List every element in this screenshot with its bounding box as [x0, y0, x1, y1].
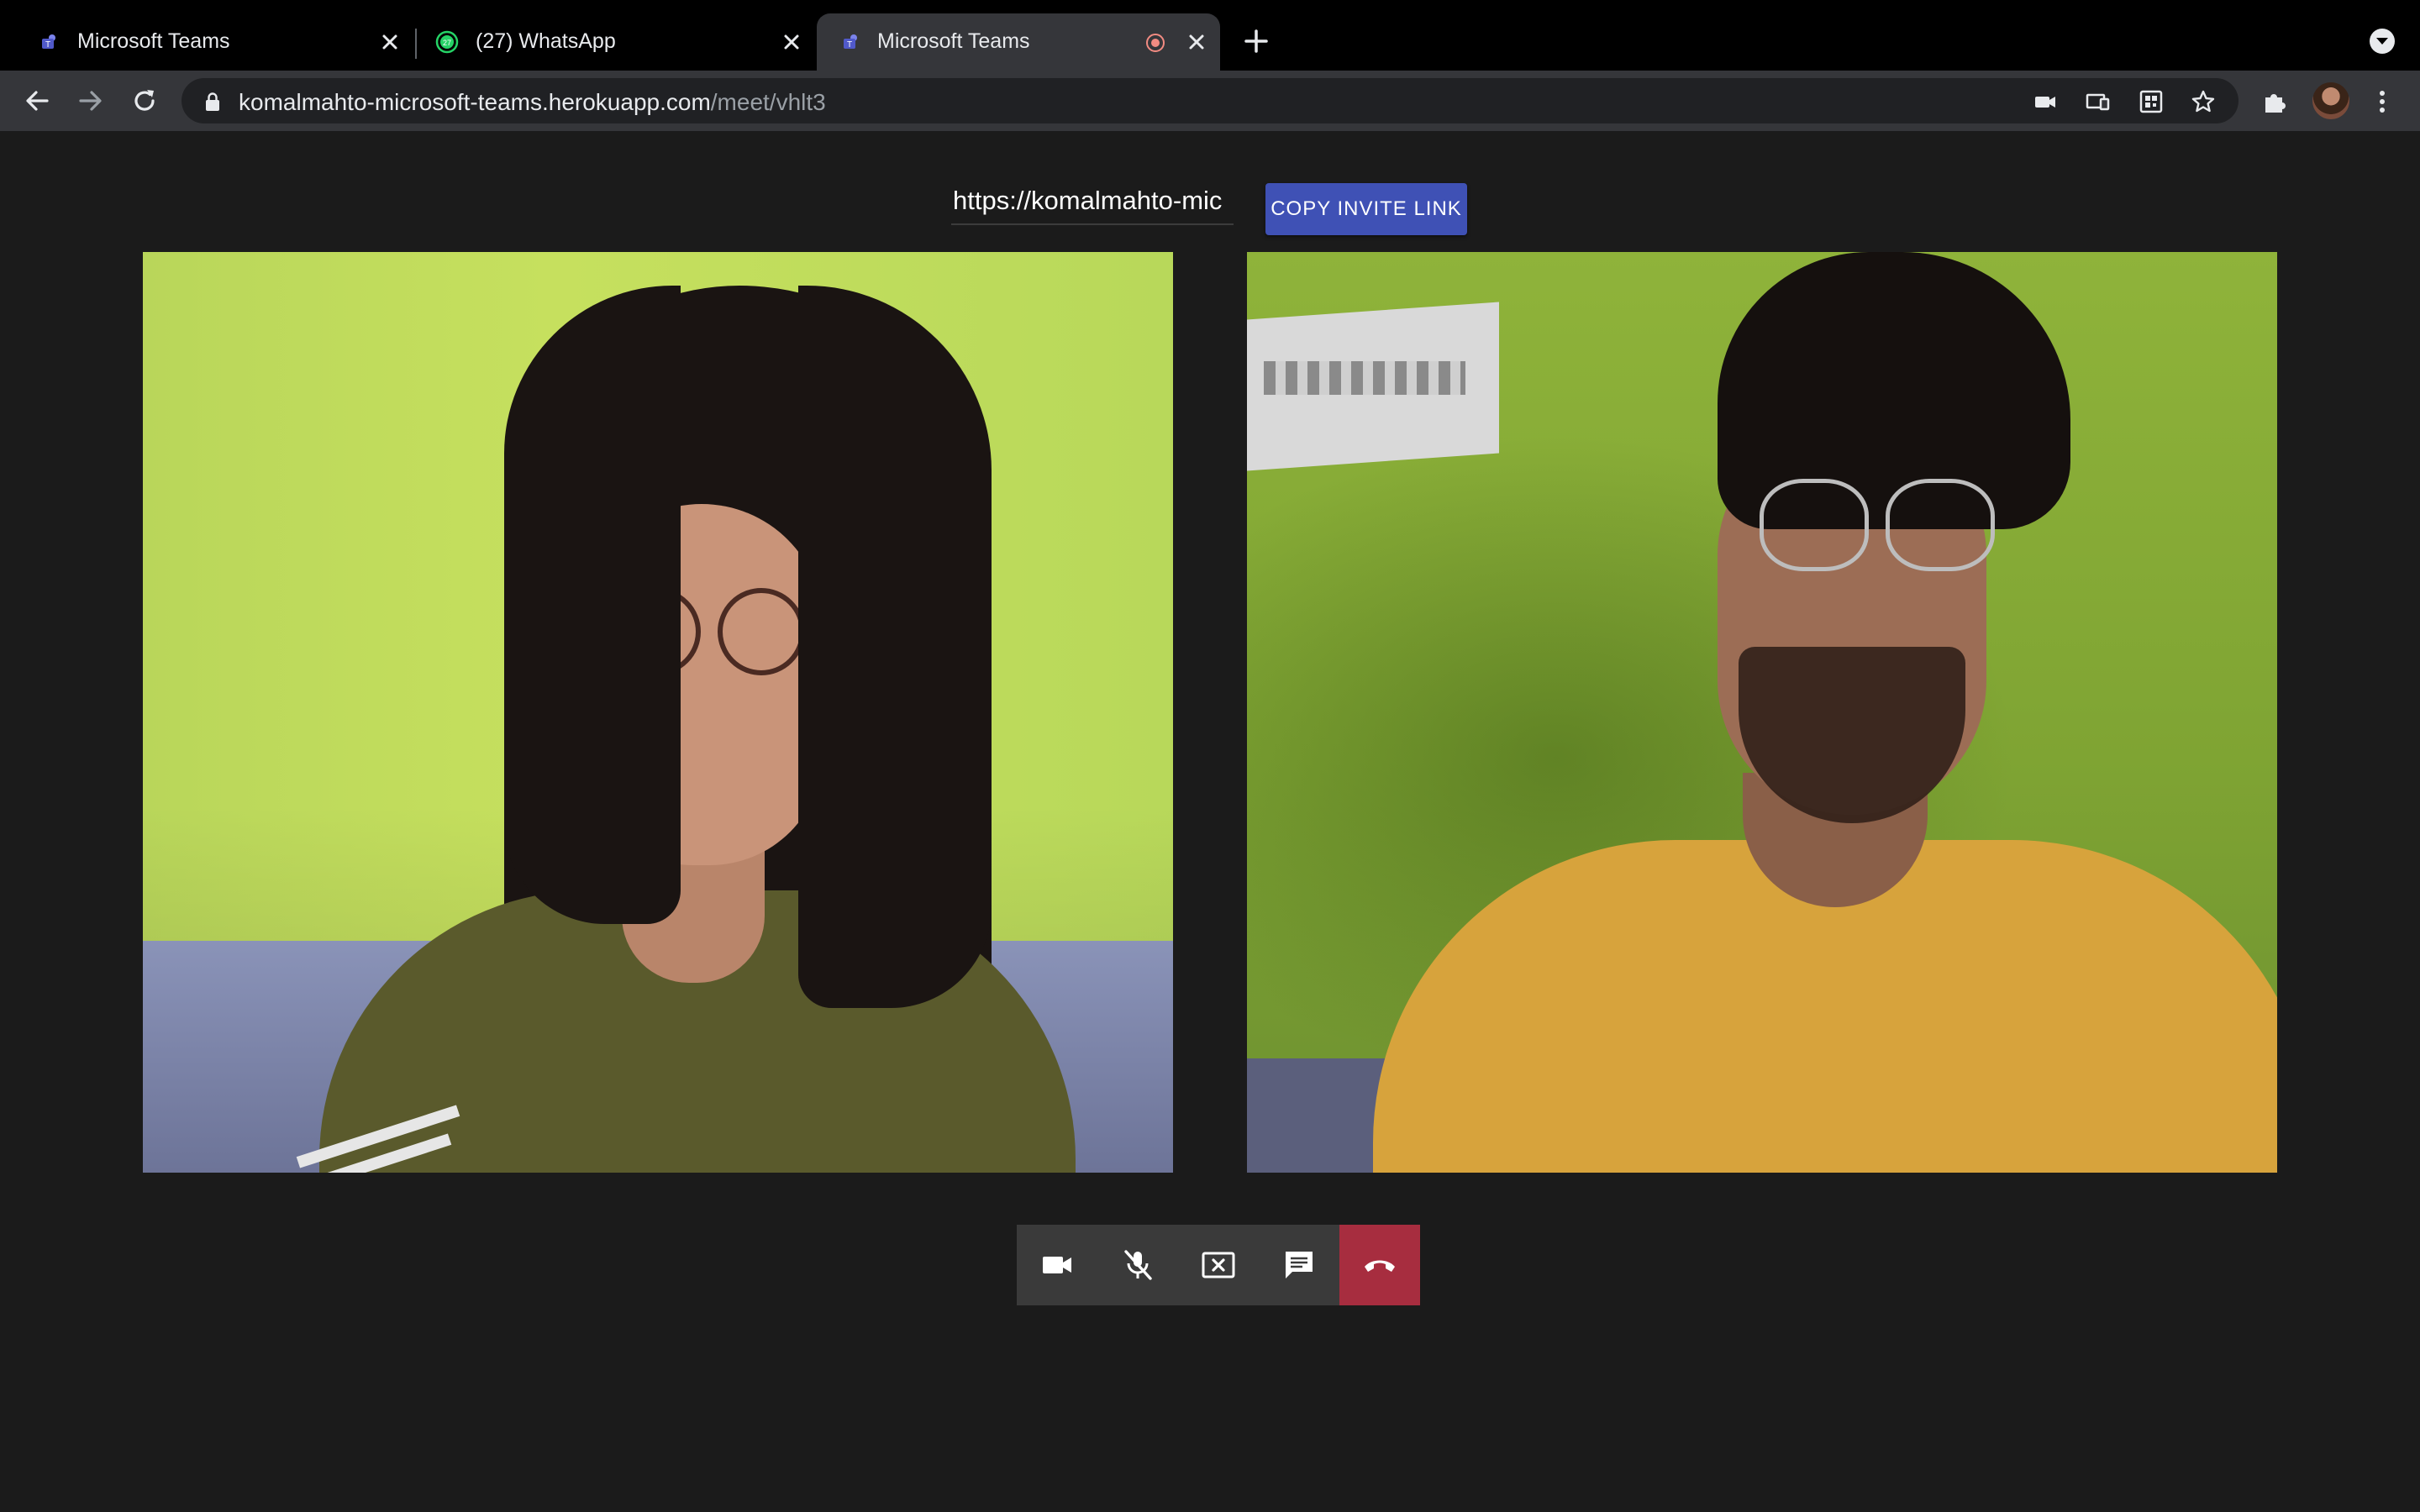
tab-title: Microsoft Teams — [877, 29, 1030, 53]
address-bar[interactable]: komalmahto-microsoft-teams.herokuapp.com… — [182, 78, 2238, 123]
more-menu-icon[interactable] — [2368, 87, 2396, 116]
camera-in-use-icon[interactable] — [2032, 88, 2059, 115]
tab-title: (27) WhatsApp — [476, 29, 616, 53]
stop-screen-share-icon — [1202, 1252, 1235, 1278]
participant-hair — [1718, 252, 2070, 529]
svg-text:T: T — [45, 40, 50, 50]
lock-icon[interactable] — [203, 92, 222, 112]
toggle-video-button[interactable] — [1017, 1225, 1097, 1305]
stop-screen-share-button[interactable] — [1178, 1225, 1259, 1305]
chat-icon — [1286, 1252, 1313, 1278]
reload-icon[interactable] — [129, 86, 160, 116]
mic-off-icon — [1124, 1250, 1152, 1280]
forward-arrow-icon[interactable] — [76, 86, 106, 116]
close-tab-icon[interactable] — [376, 29, 403, 55]
url-text: komalmahto-microsoft-teams.herokuapp.com… — [239, 89, 826, 116]
bookmark-star-icon[interactable] — [2190, 88, 2217, 115]
remote-video-feed — [1247, 252, 2277, 1173]
hang-up-button[interactable] — [1339, 1225, 1420, 1305]
cast-icon[interactable] — [2084, 88, 2111, 115]
tab-search-icon[interactable] — [2370, 29, 2395, 54]
recording-indicator-icon — [1146, 34, 1165, 52]
participant-glasses — [1760, 479, 1869, 571]
url-path: /meet/vhlt3 — [710, 89, 826, 115]
tab-whatsapp[interactable]: 27 (27) WhatsApp — [418, 13, 813, 71]
browser-tab-strip: T Microsoft Teams 27 (27) WhatsApp T Mic… — [0, 0, 2420, 71]
whatsapp-icon: 27 — [435, 30, 459, 54]
url-host: komalmahto-microsoft-teams.herokuapp.com — [239, 89, 711, 115]
svg-text:T: T — [847, 40, 852, 50]
close-tab-icon[interactable] — [778, 29, 805, 55]
tab-title: Microsoft Teams — [77, 29, 230, 53]
new-tab-plus-icon[interactable] — [1242, 27, 1270, 55]
chat-button[interactable] — [1259, 1225, 1339, 1305]
invite-link-field[interactable] — [951, 178, 1234, 225]
extensions-puzzle-icon[interactable] — [2260, 87, 2289, 116]
close-tab-icon[interactable] — [1183, 29, 1210, 55]
participant-hair — [504, 286, 681, 924]
local-video-feed — [143, 252, 1173, 1173]
svg-text:27: 27 — [443, 39, 451, 47]
profile-avatar[interactable] — [2312, 82, 2349, 119]
teams-icon: T — [42, 34, 55, 50]
toggle-mic-button[interactable] — [1097, 1225, 1178, 1305]
qr-code-icon[interactable] — [2138, 88, 2165, 115]
tab-microsoft-teams-1[interactable]: T Microsoft Teams — [15, 13, 413, 71]
hang-up-icon — [1365, 1260, 1395, 1272]
video-camera-icon — [1043, 1257, 1071, 1273]
participant-glasses — [718, 588, 805, 675]
tab-separator — [415, 29, 417, 59]
back-arrow-icon[interactable] — [22, 86, 52, 116]
call-controls-bar — [1017, 1225, 1420, 1305]
copy-invite-link-button[interactable]: COPY INVITE LINK — [1265, 183, 1467, 235]
participant-glasses — [1886, 479, 1995, 571]
tab-microsoft-teams-active[interactable]: T Microsoft Teams — [817, 13, 1220, 71]
switchboard-switches — [1264, 361, 1465, 395]
teams-icon: T — [844, 34, 857, 50]
browser-toolbar: komalmahto-microsoft-teams.herokuapp.com… — [0, 71, 2420, 131]
participant-hair — [798, 286, 992, 1008]
